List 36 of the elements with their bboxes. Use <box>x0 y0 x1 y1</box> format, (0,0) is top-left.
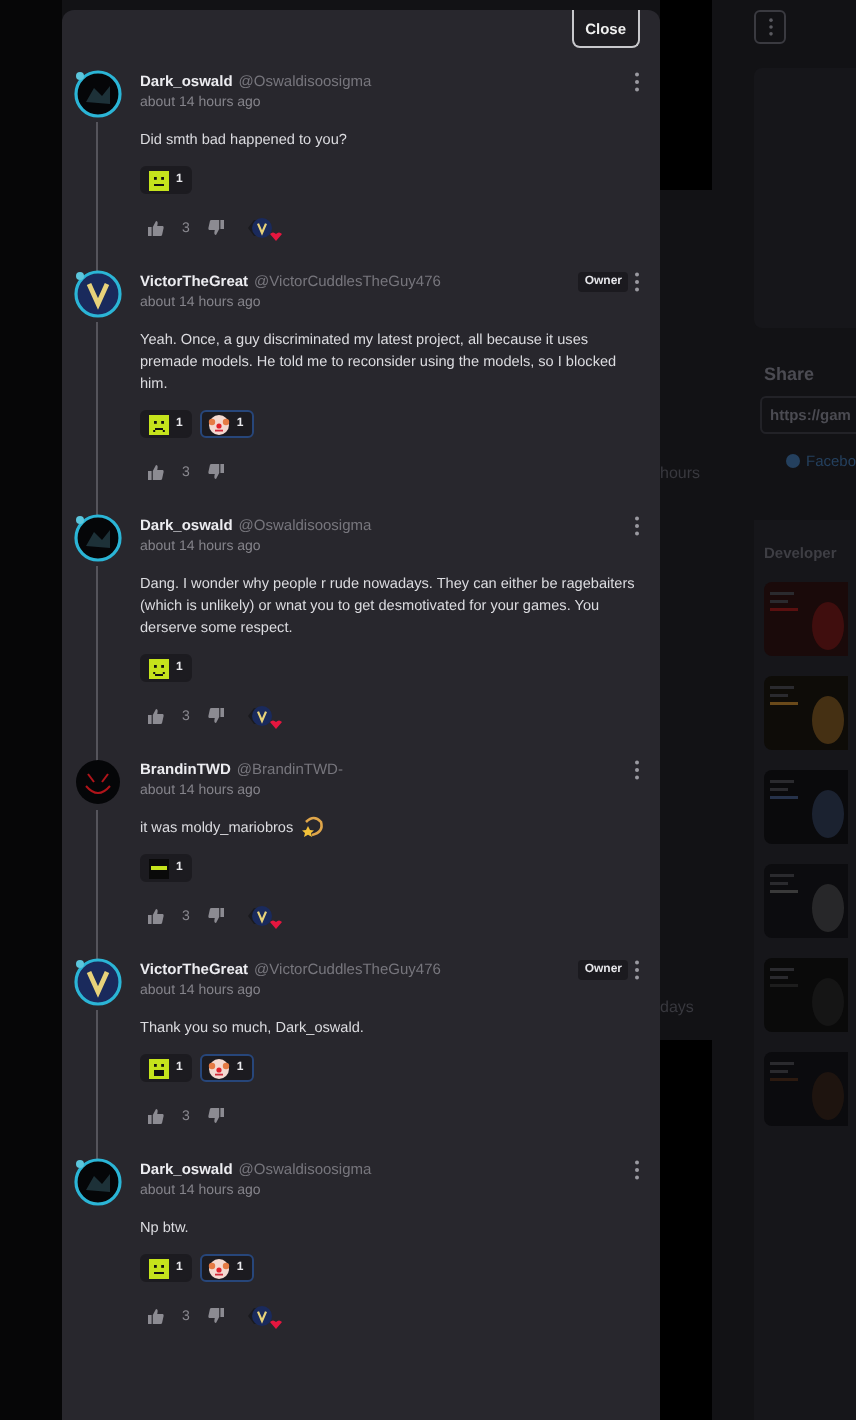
thumbs-down-icon[interactable] <box>207 908 224 924</box>
more-options-icon <box>767 18 773 36</box>
pixel-face-emoji-icon <box>148 657 170 679</box>
pixel-face-emoji-icon <box>148 413 170 435</box>
pixel-face-emoji-icon <box>148 169 170 191</box>
circle-icon <box>786 454 800 468</box>
more-options-icon[interactable] <box>634 1159 640 1179</box>
thumbs-down-icon[interactable] <box>207 464 224 480</box>
clown-emoji-icon <box>208 1257 231 1279</box>
thumbs-down-icon[interactable] <box>207 708 224 724</box>
user-avatar[interactable] <box>74 514 122 562</box>
more-options-icon[interactable] <box>634 271 640 291</box>
thumbs-down-icon[interactable] <box>207 220 224 236</box>
more-options-icon[interactable] <box>634 959 640 979</box>
user-avatar[interactable] <box>74 1158 122 1206</box>
thumbs-down-icon[interactable] <box>207 1308 224 1324</box>
user-avatar[interactable] <box>74 270 122 318</box>
thumbs-up-icon[interactable] <box>148 220 164 236</box>
thumbs-up-icon[interactable] <box>148 1308 164 1324</box>
thumbs-down-icon[interactable] <box>207 1108 224 1124</box>
more-options-icon[interactable] <box>634 71 640 91</box>
pixel-face-emoji-icon <box>148 1257 170 1279</box>
share-heading: Share <box>764 364 817 384</box>
thumbs-up-icon[interactable] <box>148 708 164 724</box>
more-options-icon[interactable] <box>634 759 640 779</box>
clown-emoji-icon <box>208 1057 231 1079</box>
user-avatar[interactable] <box>74 958 122 1006</box>
thumbs-up-icon[interactable] <box>148 1108 164 1124</box>
user-avatar[interactable] <box>74 70 122 118</box>
swirl-star-icon <box>299 816 324 838</box>
pixel-face-emoji-icon <box>148 1057 170 1079</box>
more-options-icon[interactable] <box>634 515 640 535</box>
clown-emoji-icon <box>208 413 231 435</box>
thumbs-up-icon[interactable] <box>148 464 164 480</box>
thumbs-up-icon[interactable] <box>148 908 164 924</box>
pixel-face-emoji-icon <box>148 857 170 879</box>
